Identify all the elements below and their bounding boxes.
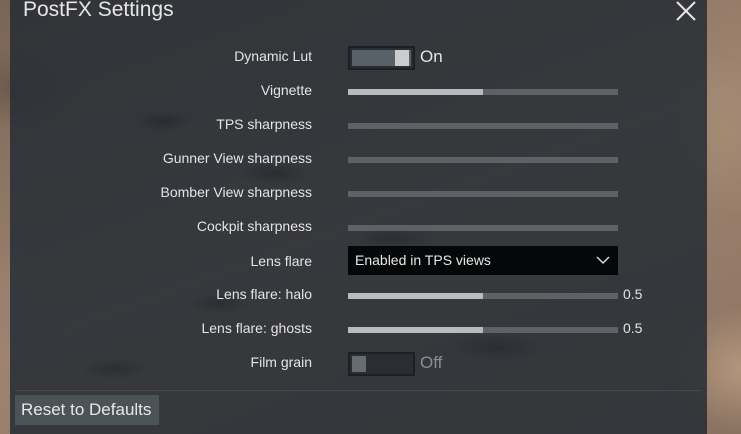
lens-flare-dropdown[interactable]: Enabled in TPS views	[348, 246, 618, 275]
lens-flare-ghosts-label: Lens flare: ghosts	[201, 320, 312, 336]
setting-row-lens-flare-halo: Lens flare: halo 0.5	[10, 282, 707, 308]
dynamic-lut-state: On	[420, 47, 443, 66]
lens-flare-halo-label: Lens flare: halo	[216, 286, 312, 302]
slider-fill	[348, 89, 483, 95]
slider-fill	[348, 327, 483, 333]
film-grain-state: Off	[420, 353, 443, 372]
bomber-view-sharpness-label: Bomber View sharpness	[160, 184, 312, 200]
setting-row-gunner-view-sharpness: Gunner View sharpness	[10, 146, 707, 172]
tps-sharpness-slider[interactable]	[348, 123, 618, 129]
gunner-view-sharpness-slider[interactable]	[348, 157, 618, 163]
slider-fill	[348, 293, 483, 299]
setting-row-cockpit-sharpness: Cockpit sharpness	[10, 214, 707, 240]
footer-divider	[15, 390, 702, 391]
chevron-down-icon	[596, 256, 610, 265]
lens-flare-label: Lens flare	[250, 253, 312, 269]
close-icon	[676, 1, 696, 21]
dynamic-lut-toggle[interactable]	[348, 46, 415, 70]
close-button[interactable]	[674, 0, 698, 22]
lens-flare-ghosts-slider[interactable]	[348, 327, 618, 333]
vignette-label: Vignette	[260, 82, 312, 98]
cockpit-sharpness-label: Cockpit sharpness	[196, 218, 312, 234]
postfx-settings-dialog: PostFX Settings Dynamic Lut On Vignette …	[10, 0, 707, 434]
lens-flare-selected: Enabled in TPS views	[355, 252, 491, 268]
film-grain-toggle[interactable]	[348, 352, 415, 376]
dynamic-lut-label: Dynamic Lut	[234, 48, 312, 64]
lens-flare-halo-slider[interactable]	[348, 293, 618, 299]
toggle-knob	[352, 356, 366, 372]
setting-row-bomber-view-sharpness: Bomber View sharpness	[10, 180, 707, 206]
setting-row-dynamic-lut: Dynamic Lut On	[10, 44, 707, 70]
film-grain-label: Film grain	[250, 354, 312, 370]
cockpit-sharpness-slider[interactable]	[348, 225, 618, 231]
dialog-title: PostFX Settings	[23, 0, 174, 21]
bomber-view-sharpness-slider[interactable]	[348, 191, 618, 197]
vignette-slider[interactable]	[348, 89, 618, 95]
lens-flare-ghosts-value: 0.5	[623, 320, 643, 336]
setting-row-vignette: Vignette	[10, 78, 707, 104]
toggle-knob	[395, 50, 409, 66]
setting-row-lens-flare-ghosts: Lens flare: ghosts 0.5	[10, 316, 707, 342]
setting-row-tps-sharpness: TPS sharpness	[10, 112, 707, 138]
lens-flare-halo-value: 0.5	[623, 286, 643, 302]
reset-to-defaults-button[interactable]: Reset to Defaults	[15, 395, 159, 425]
tps-sharpness-label: TPS sharpness	[216, 116, 312, 132]
setting-row-film-grain: Film grain Off	[10, 350, 707, 376]
setting-row-lens-flare: Lens flare Enabled in TPS views	[10, 246, 707, 275]
gunner-view-sharpness-label: Gunner View sharpness	[162, 150, 312, 166]
